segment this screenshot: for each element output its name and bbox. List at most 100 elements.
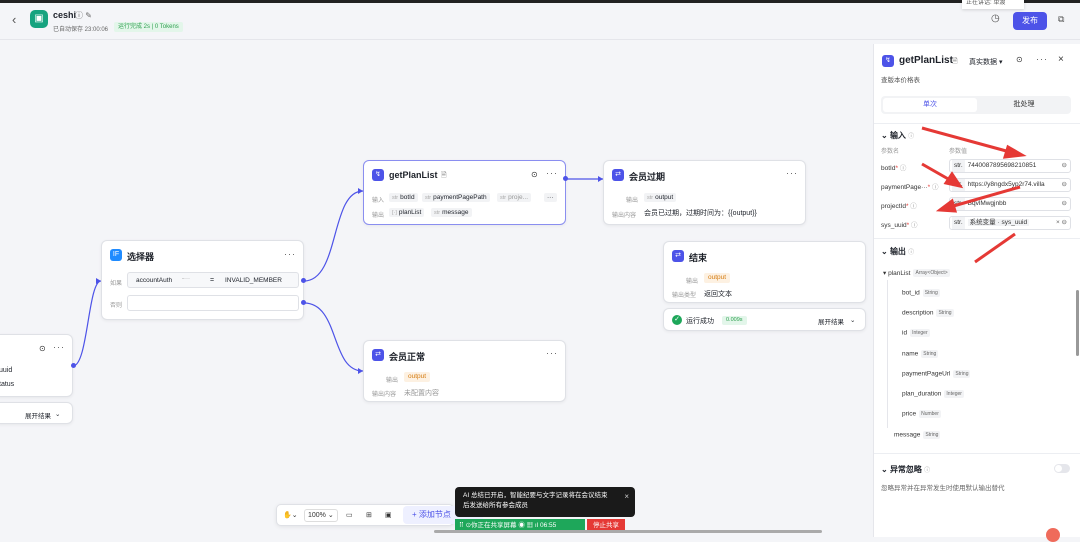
comment-icon[interactable]: ▭ [346,511,353,519]
layout-icon[interactable]: ⊞ [366,511,372,519]
meeting-toast: AI 总结已开启，智能纪要与文字记录将在会议结束 后发送给所有参会成员 × [455,487,635,517]
output-label: 输出 [686,279,699,285]
exception-section-header[interactable]: ⌄ 异常忽略 ⓘ [881,464,930,475]
more-inputs-button[interactable]: ··· [544,193,557,202]
col-param-value: 参数值 [949,149,968,155]
output-label: 输出 [372,213,385,219]
output-section-header[interactable]: ⌄ 输出 ⓘ [881,246,914,257]
edit-icon[interactable]: ⓘ ✎ [75,10,92,21]
condition-var-dots: -··· [182,276,190,282]
param-name-paymentpage: paymentPage···* ⓘ [881,184,939,191]
success-icon: ✓ [672,315,682,325]
minimap-icon[interactable]: ▣ [385,511,392,519]
output-type: 返回文本 [704,291,732,298]
output-id: id Integer [902,329,930,337]
if-label: 如果 [110,281,123,287]
start-field-uuid: uuid [0,367,13,374]
exception-description: 忽略异常并在异常发生时使用默认输出替代 [881,485,1005,492]
run-status-badge: 运行完成 2s | 0 Tokens [114,22,183,32]
copy-icon[interactable]: ⧉ [1058,14,1064,25]
output-port[interactable] [71,363,76,368]
selector-node[interactable]: IF 选择器 ··· 如果 accountAuth -··· = INVALID… [101,240,304,320]
more-icon[interactable]: ··· [546,348,558,358]
history-icon[interactable]: ◷ [991,13,1000,24]
tab-batch[interactable]: 批处理 [977,98,1071,112]
play-icon[interactable]: ⊙ [1016,55,1023,64]
top-bar: ‹ ▣ ceshi ⓘ ✎ 已自动保存 23:00:06 运行完成 2s | 0… [0,0,1080,40]
close-icon[interactable]: × [1058,54,1064,65]
normal-node[interactable]: ⇄ 会员正常 ··· 输出 output 输出内容 未配置内容 [363,340,566,402]
play-icon[interactable]: ⊙ [39,344,46,353]
more-icon[interactable]: ··· [53,342,65,352]
more-icon[interactable]: ··· [1036,54,1048,64]
close-icon[interactable]: × [624,492,629,502]
plugin-icon: ↯ [882,55,894,67]
app-logo-icon: ▣ [30,10,48,28]
getplanlist-title: getPlanList [389,170,438,180]
more-icon[interactable]: ··· [786,168,798,178]
end-run-result[interactable]: ✓ 运行成功 0.009s 展开结果 ⌄ [663,308,866,331]
avatar[interactable] [1046,528,1060,542]
zoom-select[interactable]: 100% ⌄ [304,509,338,522]
tab-single[interactable]: 单次 [883,98,977,112]
screen-top-edge [0,0,1080,3]
else-row[interactable] [127,295,299,311]
play-icon[interactable]: ⊙ [531,170,538,179]
output-content: 会员已过期，过期时间为：{{output}} [644,210,757,217]
param-name-sysuuid: sys_uuid* ⓘ [881,222,918,229]
variable-icon: ⊖ [1061,162,1067,169]
condition-row[interactable]: accountAuth -··· = INVALID_MEMBER [127,272,299,288]
output-tag-planlist: [·] planList [389,208,425,217]
param-name-botid: botId* ⓘ [881,165,907,172]
variable-icon: × ⊖ [1055,219,1067,226]
input-label: 输入 [372,198,385,204]
divider [874,238,1080,239]
data-mode-select[interactable]: 真实数据 ▾ [969,57,1002,67]
expired-node[interactable]: ⇄ 会员过期 ··· 输出 str output 输出内容 会员已过期，过期时间为… [603,160,806,225]
run-time-badge: 0.009s [722,316,747,325]
param-input-paymentpage[interactable]: str. https://y8ngdx5yp2r74.villa ⊖ [949,178,1071,192]
hand-icon[interactable]: ✋⌄ [283,511,298,519]
back-icon[interactable]: ‹ [12,12,16,27]
output-plan-duration: plan_duration Integer [902,390,964,398]
getplanlist-node[interactable]: ↯ getPlanList 🗎 ⊙ ··· 输入 str botId str pay… [363,160,566,225]
plugin-icon: ↯ [372,169,384,181]
message-icon: ⇄ [372,349,384,361]
input-tag-project: str proje... [497,193,531,202]
getplanlist-output-port[interactable] [563,176,568,181]
else-output-port[interactable] [301,300,306,305]
start-node[interactable]: ⊙ ··· uuid tatus [0,334,73,397]
divider [874,453,1080,454]
input-section-header[interactable]: ⌄ 输入 ⓘ [881,130,914,141]
divider [874,123,1080,124]
output-tag: output [404,372,431,382]
variable-icon: ⊖ [1061,200,1067,207]
output-planlist[interactable]: ▾ planList Array<Object> [883,269,950,278]
output-label: 输出 [386,378,399,384]
content-label: 输出内容 [612,213,637,219]
panel-scrollbar[interactable] [1076,290,1079,356]
param-input-botid[interactable]: str. 7440087895698210851 ⊖ [949,159,1071,173]
node-detail-panel: ↯ getPlanList 🗎 真实数据 ▾ ⊙ ··· × 查版本价格表 单次… [873,44,1080,537]
start-result-bar[interactable]: 展开结果 ⌄ [0,402,73,424]
if-output-port[interactable] [301,278,306,283]
start-field-status: tatus [0,381,15,388]
condition-operator: = [210,277,215,284]
more-icon[interactable]: ··· [284,249,296,259]
workflow-canvas[interactable]: ⊙ ··· uuid tatus 展开结果 ⌄ IF 选择器 ··· 如果 ac… [0,41,873,537]
output-message: message String [894,431,941,439]
more-icon[interactable]: ··· [546,168,558,178]
exception-toggle[interactable] [1054,464,1070,473]
param-input-projectid[interactable]: str. BqvlMwgjnbb ⊖ [949,197,1071,211]
end-node[interactable]: ⇄ 结束 输出 output 输出类型 返回文本 [663,241,866,303]
autosave-status: 已自动保存 23:00:06 [53,27,109,33]
param-input-sysuuid[interactable]: str. 系统变量 · sys_uuid × ⊖ [949,216,1071,230]
horizontal-scrollbar[interactable] [434,530,822,533]
condition-variable: accountAuth [136,277,173,284]
tree-line [887,280,888,428]
chevron-down-icon: ⌄ [850,317,856,324]
expand-result-button[interactable]: 展开结果 [25,410,51,420]
expand-result-button[interactable]: 展开结果 [818,316,844,326]
publish-button[interactable]: 发布 [1013,12,1047,30]
output-name: name String [902,350,939,358]
